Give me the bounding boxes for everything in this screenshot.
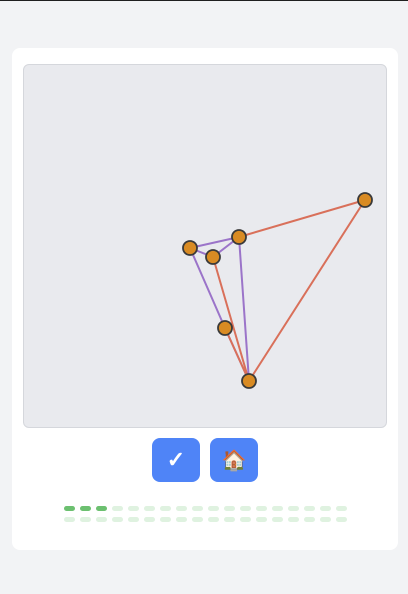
progress-row bbox=[64, 506, 350, 511]
progress-segment-pending bbox=[272, 506, 283, 511]
progress-segment-pending bbox=[320, 506, 331, 511]
check-icon: ✓ bbox=[166, 447, 186, 472]
house-icon: 🏠 bbox=[221, 449, 247, 472]
progress-segment-pending bbox=[176, 517, 187, 522]
graph-board[interactable] bbox=[23, 64, 387, 428]
progress-segment-pending bbox=[256, 506, 267, 511]
graph-node-D[interactable] bbox=[217, 320, 233, 336]
progress-segment-pending bbox=[208, 517, 219, 522]
graph-canvas[interactable] bbox=[24, 65, 386, 427]
progress-segment-complete bbox=[64, 506, 75, 511]
check-button[interactable]: ✓ bbox=[152, 438, 200, 482]
progress-segment-pending bbox=[112, 506, 123, 511]
home-button[interactable]: 🏠 bbox=[210, 438, 258, 482]
graph-node-C[interactable] bbox=[231, 229, 247, 245]
progress-segment-pending bbox=[240, 517, 251, 522]
edge-C-E bbox=[238, 199, 366, 238]
progress-segment-pending bbox=[128, 517, 139, 522]
progress-segment-pending bbox=[304, 506, 315, 511]
progress-segment-pending bbox=[96, 517, 107, 522]
progress-segment-pending bbox=[128, 506, 139, 511]
puzzle-card: ✓ 🏠 bbox=[12, 48, 398, 550]
graph-node-F[interactable] bbox=[241, 373, 257, 389]
progress-segment-pending bbox=[112, 517, 123, 522]
progress-segment-complete bbox=[80, 506, 91, 511]
progress-segment-pending bbox=[192, 506, 203, 511]
progress-segment-pending bbox=[64, 517, 75, 522]
graph-node-E[interactable] bbox=[357, 192, 373, 208]
progress-segment-pending bbox=[224, 506, 235, 511]
level-progress bbox=[64, 506, 350, 528]
graph-node-A[interactable] bbox=[182, 240, 198, 256]
progress-segment-pending bbox=[80, 517, 91, 522]
progress-segment-pending bbox=[192, 517, 203, 522]
progress-segment-pending bbox=[288, 506, 299, 511]
progress-segment-pending bbox=[224, 517, 235, 522]
progress-segment-pending bbox=[240, 506, 251, 511]
progress-segment-pending bbox=[272, 517, 283, 522]
progress-segment-pending bbox=[160, 506, 171, 511]
progress-segment-pending bbox=[288, 517, 299, 522]
progress-row bbox=[64, 517, 350, 522]
progress-segment-pending bbox=[176, 506, 187, 511]
progress-segment-pending bbox=[336, 517, 347, 522]
progress-segment-pending bbox=[144, 506, 155, 511]
progress-segment-pending bbox=[320, 517, 331, 522]
progress-segment-pending bbox=[144, 517, 155, 522]
progress-segment-pending bbox=[208, 506, 219, 511]
progress-segment-pending bbox=[304, 517, 315, 522]
progress-segment-pending bbox=[336, 506, 347, 511]
progress-segment-complete bbox=[96, 506, 107, 511]
top-divider bbox=[0, 0, 408, 1]
edge-F-C bbox=[238, 236, 250, 382]
edge-B-F bbox=[212, 256, 250, 382]
graph-node-B[interactable] bbox=[205, 249, 221, 265]
progress-segment-pending bbox=[160, 517, 171, 522]
progress-segment-pending bbox=[256, 517, 267, 522]
edge-E-F bbox=[248, 199, 366, 382]
